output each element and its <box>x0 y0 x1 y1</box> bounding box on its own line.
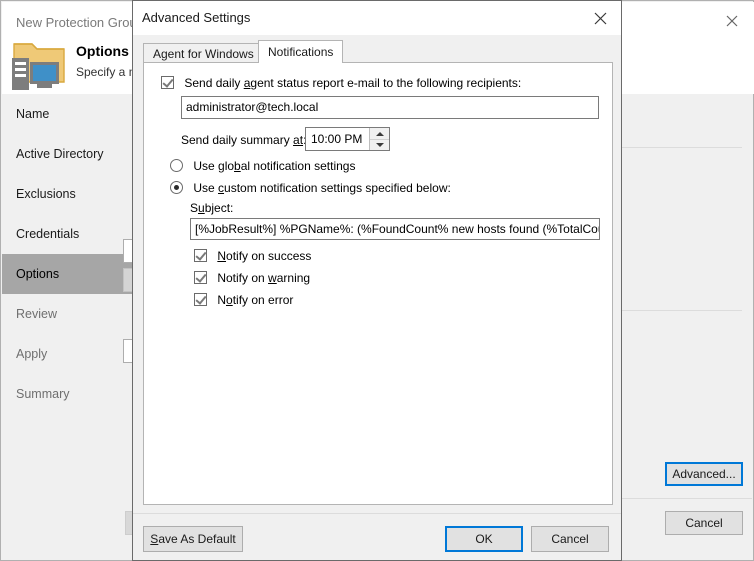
use-global-settings-label: Use global notification settings <box>193 158 356 173</box>
advanced-button[interactable]: Advanced... <box>665 462 743 486</box>
notify-on-error-row[interactable]: Notify on error <box>194 292 293 307</box>
sidebar-item-credentials[interactable]: Credentials <box>2 214 133 254</box>
dialog-tabstrip: Agent for Windows Notifications <box>143 40 613 63</box>
notify-on-warning-row[interactable]: Notify on warning <box>194 270 310 285</box>
sidebar-item-options[interactable]: Options <box>2 254 133 294</box>
page-title: Options <box>76 43 129 59</box>
summary-time-spinner[interactable]: 10:00 PM <box>305 127 390 151</box>
wizard-sidebar: Name Active Directory Exclusions Credent… <box>2 94 133 559</box>
notifications-panel: Send daily agent status report e-mail to… <box>143 62 613 505</box>
use-global-settings-radio[interactable] <box>170 159 183 173</box>
subject-label: Subject: <box>190 201 234 215</box>
notify-on-success-checkbox[interactable] <box>194 249 207 263</box>
use-custom-settings-radio[interactable] <box>170 181 183 195</box>
notify-on-error-label: Notify on error <box>217 292 294 307</box>
sidebar-item-name[interactable]: Name <box>2 94 133 134</box>
dialog-footer-divider <box>133 513 621 514</box>
send-daily-summary-label: Send daily summary at: <box>181 133 306 147</box>
dialog-titlebar: Advanced Settings <box>133 1 621 35</box>
tab-notifications[interactable]: Notifications <box>258 40 344 63</box>
sidebar-item-summary[interactable]: Summary <box>2 374 133 414</box>
wizard-header-text: Options Specify a m <box>76 42 139 81</box>
dialog-cancel-button[interactable]: Cancel <box>531 526 609 552</box>
sidebar-item-active-directory[interactable]: Active Directory <box>2 134 133 174</box>
spinner-buttons <box>369 128 389 150</box>
advanced-settings-dialog: Advanced Settings Agent for Windows Noti… <box>132 0 622 561</box>
wizard-cancel-button[interactable]: Cancel <box>665 511 743 535</box>
use-global-settings-radio-row[interactable]: Use global notification settings <box>170 158 355 173</box>
wizard-window-title: New Protection Group <box>16 15 144 30</box>
send-daily-report-checkbox-row[interactable]: Send daily agent status report e-mail to… <box>161 75 521 90</box>
close-icon[interactable] <box>583 5 617 31</box>
send-daily-report-checkbox[interactable] <box>161 76 174 90</box>
recipients-input[interactable]: administrator@tech.local <box>181 96 599 119</box>
tab-agent-for-windows[interactable]: Agent for Windows <box>143 43 264 63</box>
protection-group-icon <box>10 38 72 92</box>
close-icon[interactable] <box>718 10 746 32</box>
notify-on-warning-label: Notify on warning <box>217 270 311 285</box>
use-custom-settings-radio-row[interactable]: Use custom notification settings specifi… <box>170 180 451 195</box>
use-custom-settings-label: Use custom notification settings specifi… <box>193 180 451 195</box>
subject-input[interactable]: [%JobResult%] %PGName%: (%FoundCount% ne… <box>190 218 600 240</box>
sidebar-item-exclusions[interactable]: Exclusions <box>2 174 133 214</box>
notify-on-error-checkbox[interactable] <box>194 293 207 307</box>
save-as-default-button[interactable]: Save As Default <box>143 526 243 552</box>
send-daily-report-label: Send daily agent status report e-mail to… <box>184 75 522 90</box>
sidebar-item-review[interactable]: Review <box>2 294 133 334</box>
dialog-title: Advanced Settings <box>142 10 251 25</box>
page-subtitle: Specify a m <box>76 65 139 79</box>
spinner-down-icon[interactable] <box>370 139 389 150</box>
summary-time-value: 10:00 PM <box>311 132 363 146</box>
sidebar-item-apply[interactable]: Apply <box>2 334 133 374</box>
notify-on-success-row[interactable]: Notify on success <box>194 248 311 263</box>
notify-on-warning-checkbox[interactable] <box>194 271 207 285</box>
ok-button[interactable]: OK <box>445 526 523 552</box>
notify-on-success-label: Notify on success <box>217 248 312 263</box>
